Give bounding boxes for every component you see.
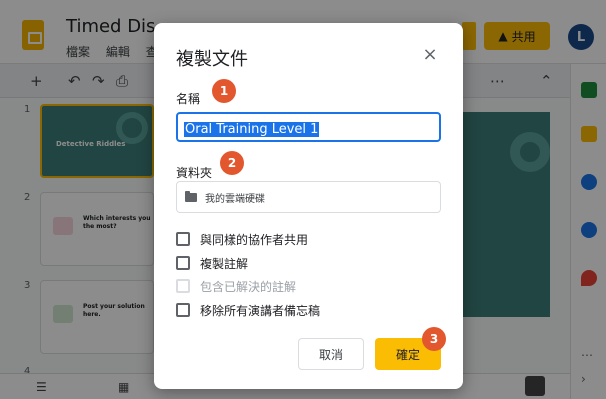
folder-label: 資料夾 — [176, 166, 213, 180]
folder-value: 我的雲端硬碟 — [205, 194, 265, 205]
folder-icon — [185, 191, 197, 202]
dialog-title: 複製文件 — [176, 49, 248, 70]
include-resolved-comments-checkbox: 包含已解決的註解 — [176, 277, 296, 295]
share-collaborators-checkbox[interactable]: 與同樣的協作者共用 — [176, 230, 308, 248]
checkbox-box[interactable] — [176, 256, 190, 270]
copy-comments-checkbox[interactable]: 複製註解 — [176, 254, 248, 272]
close-icon[interactable]: × — [418, 43, 442, 67]
name-input[interactable]: Oral Training Level 1 — [176, 112, 441, 142]
checkbox-box[interactable] — [176, 232, 190, 246]
name-label: 名稱 — [176, 92, 201, 106]
checkbox-box — [176, 279, 190, 293]
checkbox-label: 複製註解 — [200, 256, 249, 271]
remove-speaker-notes-checkbox[interactable]: 移除所有演講者備忘稿 — [176, 301, 320, 319]
checkbox-label: 與同樣的協作者共用 — [200, 232, 309, 247]
copy-document-dialog: 複製文件 × 名稱 1 Oral Training Level 1 資料夾 2 … — [154, 23, 463, 389]
step-badge-1: 1 — [212, 79, 236, 103]
checkbox-box[interactable] — [176, 303, 190, 317]
step-badge-3: 3 — [422, 327, 446, 351]
folder-picker[interactable]: 我的雲端硬碟 — [176, 181, 441, 213]
step-badge-2: 2 — [220, 151, 244, 175]
cancel-button[interactable]: 取消 — [298, 338, 364, 370]
checkbox-label: 移除所有演講者備忘稿 — [200, 303, 321, 318]
name-input-value: Oral Training Level 1 — [184, 122, 320, 137]
checkbox-label: 包含已解決的註解 — [200, 279, 297, 294]
